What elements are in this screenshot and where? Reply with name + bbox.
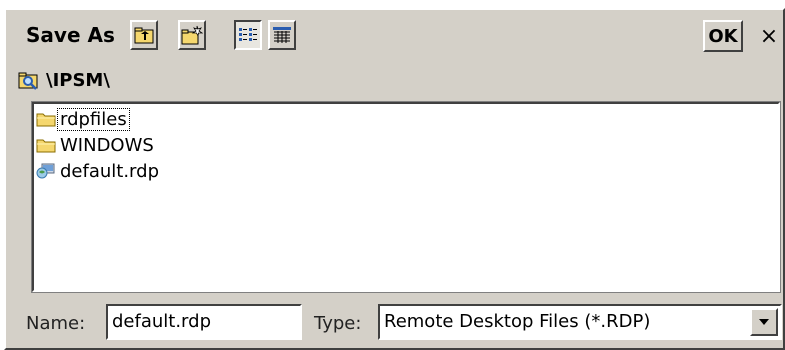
save-as-dialog: Save As OK × \IPSM\ rdpfiles WINDOWS def… [4,8,785,350]
list-item-label: WINDOWS [60,134,154,156]
save-form: Name: default.rdp Type: Remote Desktop F… [6,302,783,342]
folder-icon [36,139,56,153]
ok-button[interactable]: OK [703,20,743,52]
list-item-label: rdpfiles [57,107,130,131]
close-button[interactable]: × [752,20,785,52]
list-item-label: default.rdp [60,160,159,182]
path-label: \IPSM\ [46,69,110,91]
list-item[interactable]: default.rdp [36,158,161,184]
file-list[interactable]: rdpfiles WINDOWS default.rdp [31,101,781,293]
folder-icon [36,113,56,127]
file-type-value: Remote Desktop Files (*.RDP) [384,311,651,332]
dropdown-button[interactable] [750,308,778,336]
up-one-level-button[interactable] [130,20,158,50]
filename-input[interactable]: default.rdp [106,304,302,340]
remote-desktop-file-icon [36,163,55,179]
title-bar: Save As OK × [6,10,783,60]
list-item[interactable]: rdpfiles [36,106,130,132]
new-folder-button[interactable] [178,20,206,50]
file-type-select[interactable]: Remote Desktop Files (*.RDP) [378,304,782,340]
list-view-button[interactable] [234,20,262,50]
current-path: \IPSM\ [18,66,110,94]
dialog-title: Save As [26,23,115,47]
close-icon: × [759,23,779,49]
new-folder-icon [181,25,203,45]
details-view-button[interactable] [268,20,296,50]
up-folder-icon [134,27,154,44]
list-view-icon [239,28,257,41]
list-item[interactable]: WINDOWS [36,132,156,158]
chevron-down-icon [759,319,769,325]
name-label: Name: [26,313,86,334]
type-label: Type: [314,313,362,334]
details-view-icon [273,27,291,43]
folder-search-icon [18,72,38,90]
